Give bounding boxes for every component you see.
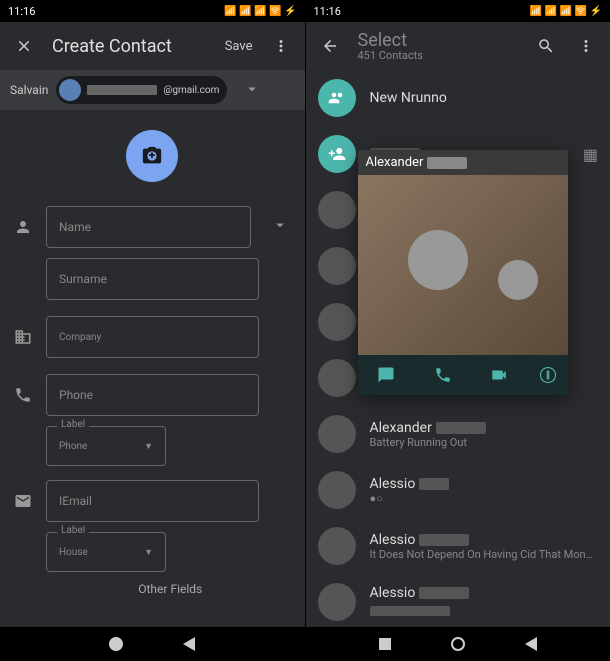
contact-photo[interactable] (358, 175, 568, 355)
name-field[interactable]: Name (46, 206, 251, 248)
contact-list: New Nrunno ▦ n per t... (306, 70, 610, 627)
avatar (318, 191, 356, 229)
list-item[interactable]: Alessio●○ (306, 462, 610, 518)
more-icon[interactable] (269, 34, 293, 58)
contact-form: Name Surname Company (0, 206, 305, 602)
company-field[interactable]: Company (46, 316, 259, 358)
other-fields-button[interactable]: Other Fields (12, 572, 289, 602)
search-icon[interactable] (534, 34, 558, 58)
save-in-label: Salvain (10, 83, 48, 97)
nav-bar-right (306, 627, 610, 661)
company-icon (12, 328, 34, 346)
status-bar-right: 11:16 📶 📶 📶 🛜 ⚡ (306, 0, 610, 22)
page-title: Create Contact (52, 36, 209, 57)
email-icon (12, 492, 34, 510)
add-photo-button[interactable] (126, 130, 178, 182)
dropdown-icon: ▼ (144, 547, 153, 558)
avatar (318, 527, 356, 565)
phone-label-select[interactable]: Label Phone ▼ (46, 426, 166, 466)
email-label-select[interactable]: Label House ▼ (46, 532, 166, 572)
chevron-down-icon[interactable] (243, 80, 261, 101)
message-icon[interactable] (358, 355, 415, 395)
phone-icon (12, 386, 34, 404)
nav-home-icon[interactable] (451, 637, 465, 651)
avatar (318, 359, 356, 397)
list-item[interactable]: Alessio (306, 574, 610, 627)
status-bar-left: 11:16 📶 📶 📶 🛜 ⚡ (0, 0, 305, 22)
clock: 11:16 (8, 5, 35, 18)
app-bar: Select 451 Contacts (306, 22, 610, 70)
page-title: Select (358, 30, 519, 51)
status-icons: 📶 📶 📶 🛜 ⚡ (530, 6, 602, 17)
nav-bar-left (0, 627, 305, 661)
save-button[interactable]: Save (225, 39, 253, 54)
nav-recent-icon[interactable] (109, 637, 123, 651)
email-suffix: @gmail.com (163, 85, 219, 96)
popup-name: Alexander (358, 150, 568, 175)
new-group-row[interactable]: New Nrunno (306, 70, 610, 126)
info-icon[interactable] (528, 355, 568, 395)
avatar-icon (59, 79, 81, 101)
select-contact-pane: 11:16 📶 📶 📶 🛜 ⚡ Select 451 Contacts (306, 0, 610, 661)
person-icon (12, 218, 34, 236)
expand-name-icon[interactable] (271, 216, 289, 238)
nav-back-icon[interactable] (183, 637, 195, 651)
close-icon[interactable] (12, 34, 36, 58)
video-icon[interactable] (471, 355, 528, 395)
save-to-row[interactable]: Salvain @gmail.com (0, 70, 305, 110)
account-chip[interactable]: @gmail.com (56, 76, 227, 104)
qr-icon[interactable]: ▦ (583, 145, 598, 164)
avatar (318, 415, 356, 453)
avatar (318, 247, 356, 285)
contact-count: 451 Contacts (358, 49, 519, 62)
nav-recent-icon[interactable] (379, 638, 391, 650)
surname-field[interactable]: Surname (46, 258, 259, 300)
avatar (318, 583, 356, 621)
list-item[interactable]: AlessioIt Does Not Depend On Having Cid … (306, 518, 610, 574)
list-item[interactable]: AlexanderBattery Running Out (306, 406, 610, 462)
contact-preview-popup: Alexander (358, 150, 568, 395)
email-field[interactable]: IEmail (46, 480, 259, 522)
app-bar: Create Contact Save (0, 22, 305, 70)
dropdown-icon: ▼ (144, 441, 153, 452)
call-icon[interactable] (414, 355, 471, 395)
add-person-icon (318, 135, 356, 173)
group-icon (318, 79, 356, 117)
avatar (318, 471, 356, 509)
create-contact-pane: 11:16 📶 📶 📶 🛜 ⚡ Create Contact Save Salv… (0, 0, 306, 661)
phone-field[interactable]: Phone (46, 374, 259, 416)
avatar (318, 303, 356, 341)
nav-back-icon[interactable] (525, 637, 537, 651)
back-icon[interactable] (318, 34, 342, 58)
more-icon[interactable] (574, 34, 598, 58)
redacted-email (87, 85, 157, 95)
clock: 11:16 (314, 5, 341, 18)
status-icons: 📶 📶 📶 🛜 ⚡ (224, 6, 296, 17)
